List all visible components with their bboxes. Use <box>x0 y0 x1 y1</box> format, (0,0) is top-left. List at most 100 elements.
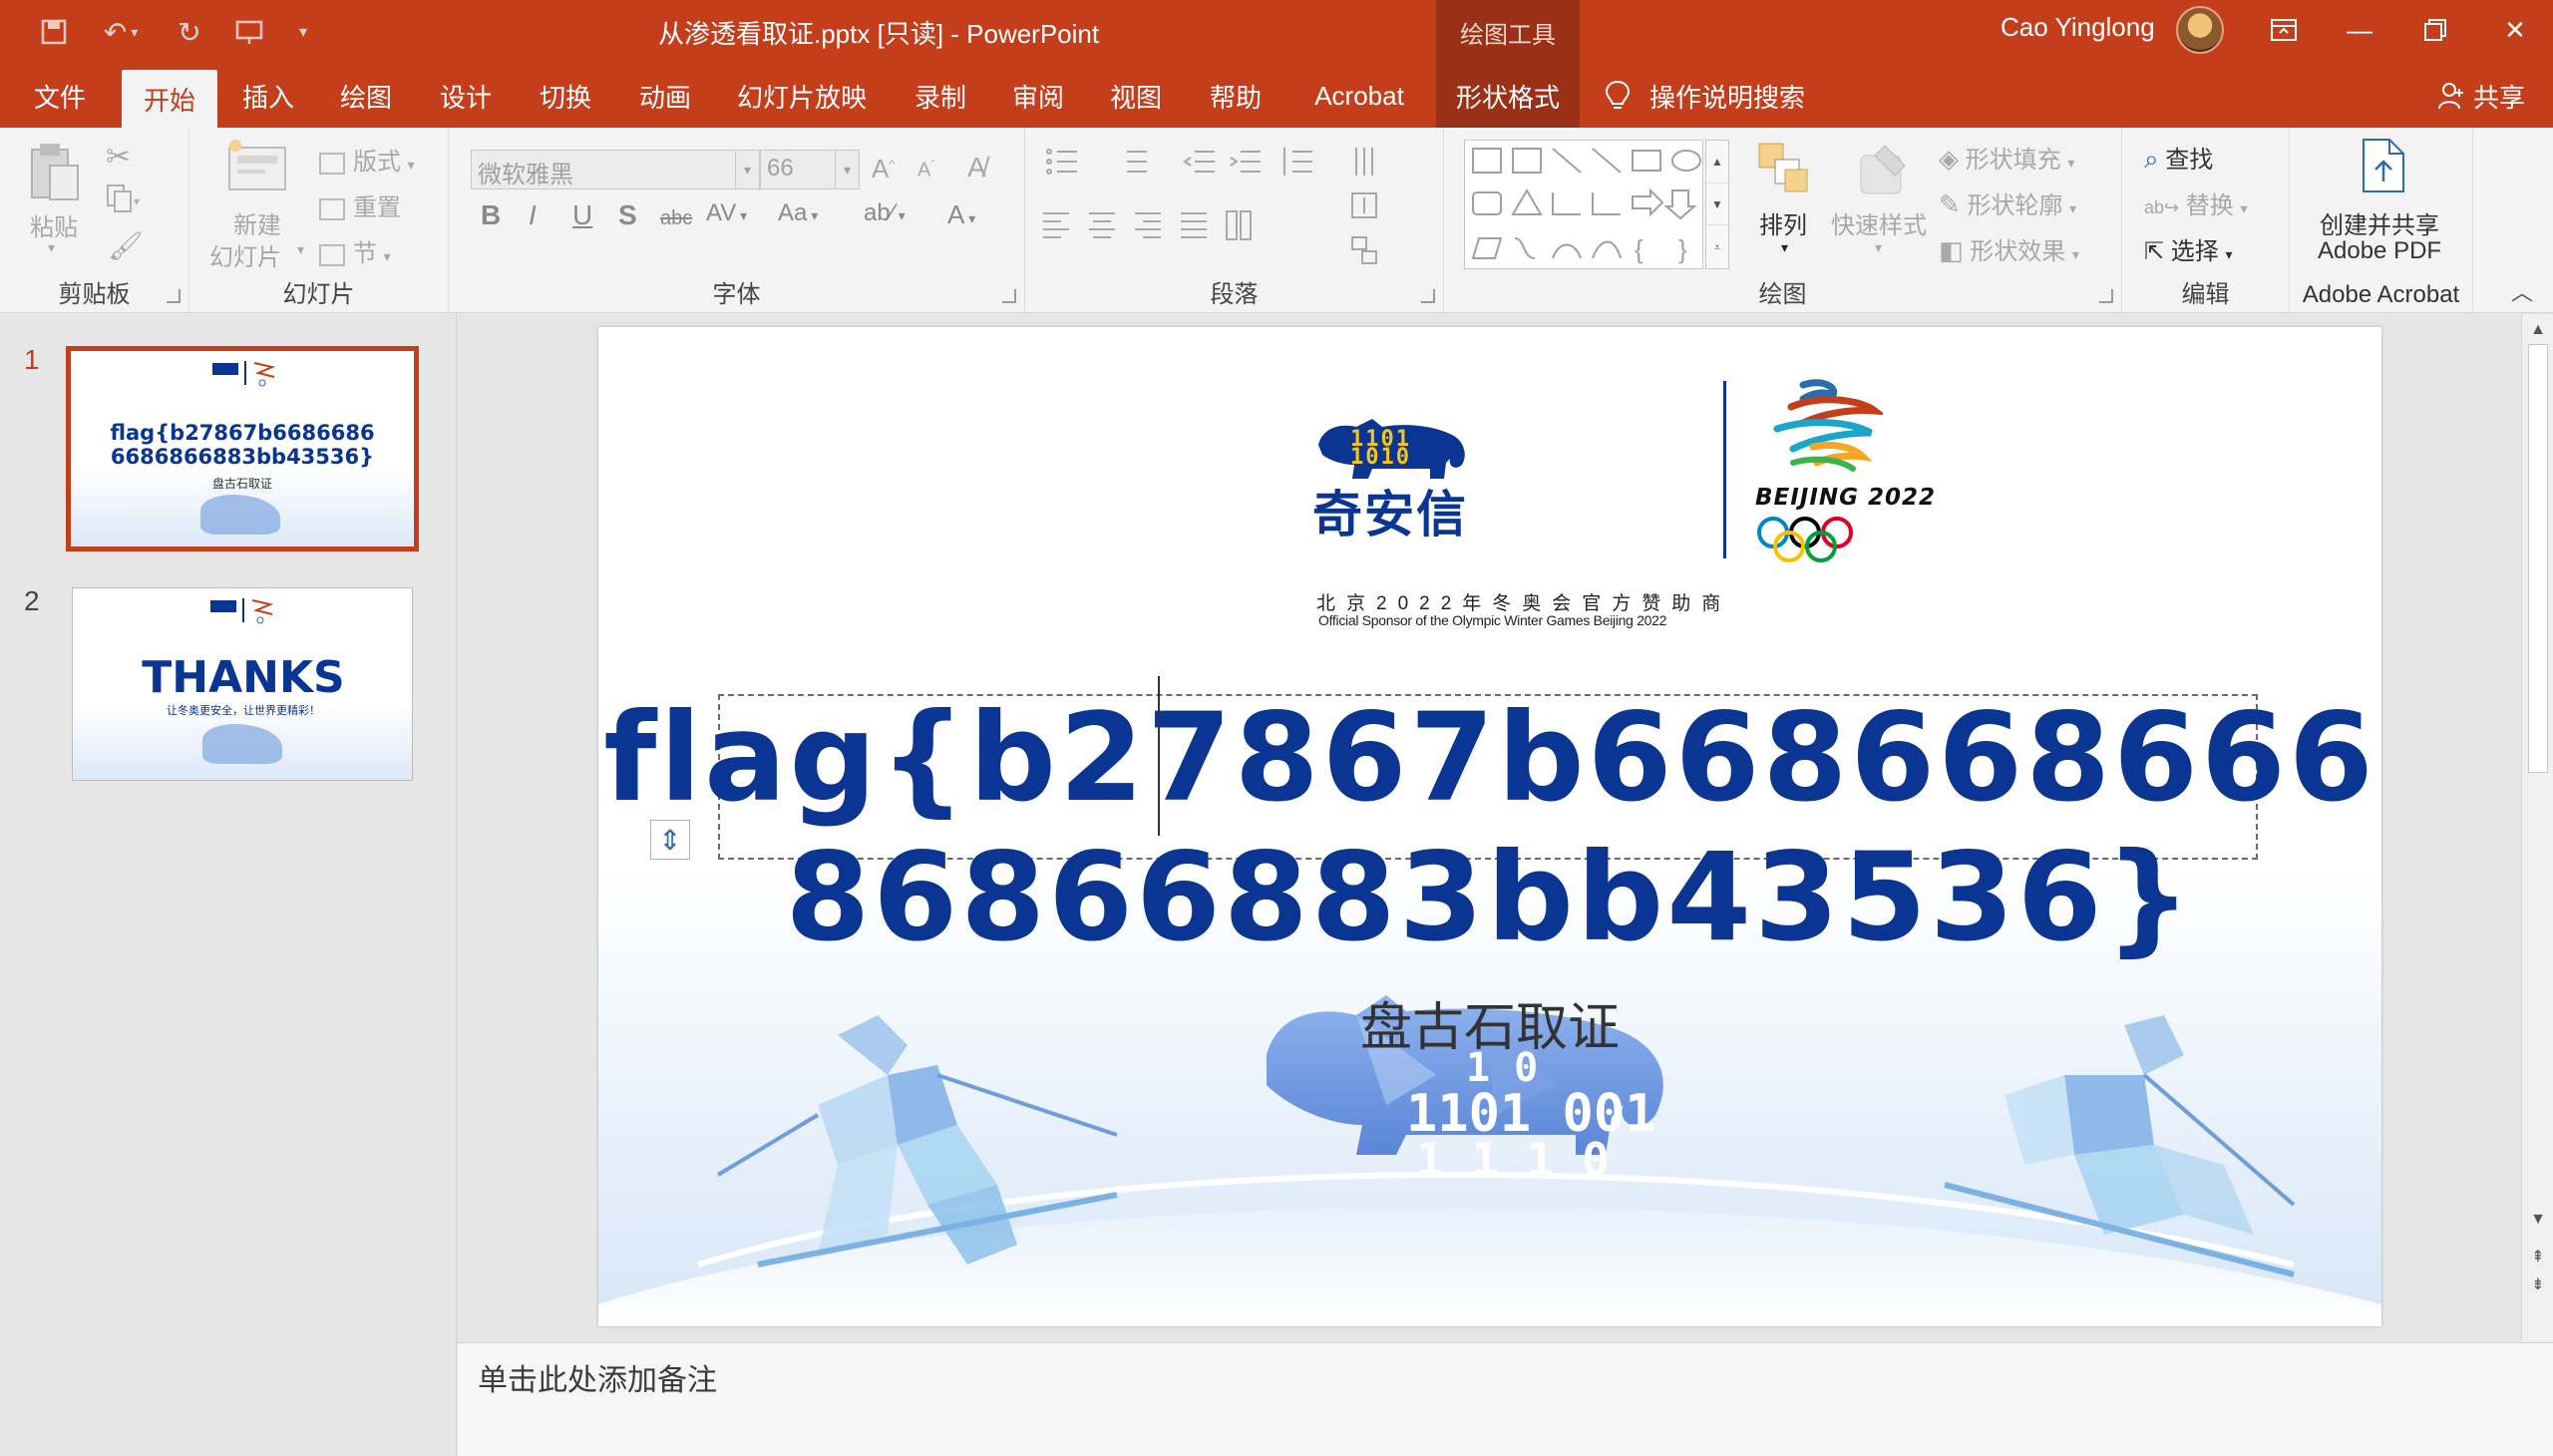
collapse-ribbon-icon[interactable]: ︿ <box>2511 275 2533 307</box>
autofit-options-icon[interactable]: ⇕ <box>650 820 690 860</box>
slideshow-icon[interactable] <box>229 14 269 50</box>
slide-thumbnail-1[interactable]: flag{b27867b6686686 6686866883bb43536} 盘古… <box>66 346 419 551</box>
qianxin-brand-text: 奇安信 <box>1312 487 1468 543</box>
bold-icon[interactable]: B <box>481 199 501 231</box>
share-button[interactable]: 共享 <box>2423 64 2539 128</box>
tab-help[interactable]: 帮助 <box>1193 64 1278 128</box>
arrange-icon[interactable] <box>1755 140 1811 202</box>
tab-acrobat[interactable]: Acrobat <box>1296 64 1422 128</box>
thumb-number-1: 1 <box>24 344 40 375</box>
new-slide-label-2[interactable]: 幻灯片 <box>209 237 281 272</box>
tab-file[interactable]: 文件 <box>14 64 106 128</box>
close-icon[interactable]: ✕ <box>2477 0 2553 60</box>
save-icon[interactable] <box>34 14 74 50</box>
tab-design[interactable]: 设计 <box>423 64 509 128</box>
restore-icon[interactable] <box>2397 0 2473 60</box>
tab-home[interactable]: 开始 <box>122 70 217 128</box>
scroll-thumb[interactable] <box>2528 344 2548 773</box>
customize-qat-icon[interactable]: ▾ <box>289 14 317 50</box>
arrange-label[interactable]: 排列 <box>1759 205 1807 240</box>
tab-record[interactable]: 录制 <box>898 64 983 128</box>
font-size-dropdown-icon[interactable]: ▾ <box>835 151 859 188</box>
gallery-up-icon[interactable]: ▲ <box>1706 141 1728 182</box>
grow-font-icon[interactable]: A^ <box>872 154 895 184</box>
avatar[interactable] <box>2176 6 2224 54</box>
decrease-indent-icon <box>1183 151 1215 173</box>
font-name-combo[interactable]: 微软雅黑 ▾ <box>471 150 760 189</box>
change-case-button[interactable]: Aa ▾ <box>778 199 818 227</box>
notes-placeholder[interactable]: 单击此处添加备注 <box>478 1355 717 1399</box>
gallery-down-icon[interactable]: ▼ <box>1706 182 1728 224</box>
reset-button[interactable]: 重置 <box>319 187 401 222</box>
cut-icon[interactable]: ✂ <box>106 140 131 175</box>
format-painter-icon[interactable]: 🖌 <box>108 229 144 262</box>
tab-transitions[interactable]: 切换 <box>523 64 608 128</box>
user-name[interactable]: Cao Yinglong <box>2001 12 2155 43</box>
quick-styles-icon[interactable] <box>1855 142 1911 204</box>
select-button[interactable]: ⇱ 选择 ▾ <box>2144 231 2232 266</box>
create-pdf-label-1[interactable]: 创建并共享 <box>2320 205 2439 240</box>
font-color-icon[interactable]: A ▾ <box>947 199 975 230</box>
undo-icon[interactable]: ↶ ▾ <box>94 14 148 50</box>
select-label: 选择 <box>2170 238 2219 265</box>
scroll-down-icon[interactable]: ▼ <box>2526 1208 2550 1232</box>
next-slide-icon[interactable]: ⇟ <box>2526 1274 2550 1297</box>
shape-fill-button[interactable]: ◈ 形状填充 ▾ <box>1939 140 2074 175</box>
clipboard-launcher-icon[interactable] <box>167 289 181 303</box>
strikethrough-icon[interactable]: abc <box>660 207 692 230</box>
flag-text[interactable]: flag{b27867b66866866686866883bb43536} <box>598 688 2381 967</box>
paragraph-controls[interactable] <box>1043 146 1432 275</box>
drawing-launcher-icon[interactable] <box>2099 289 2113 303</box>
paste-label[interactable]: 粘贴 <box>30 207 78 242</box>
gallery-scroll[interactable]: ▲ ▼ ⩡ <box>1705 140 1729 269</box>
paste-icon[interactable] <box>26 140 82 210</box>
tab-shape-format[interactable]: 形状格式 <box>1436 64 1580 128</box>
shapes-gallery[interactable]: {} <box>1464 140 1703 269</box>
layout-button[interactable]: 版式 ▾ <box>319 142 415 177</box>
scroll-up-icon[interactable]: ▲ <box>2526 318 2550 342</box>
thumb-logo-icon-2 <box>210 598 274 624</box>
slide-thumbnail-2[interactable]: THANKS 让冬奥更安全，让世界更精彩！ <box>72 587 413 781</box>
tab-animations[interactable]: 动画 <box>622 64 708 128</box>
new-slide-label-1[interactable]: 新建 <box>233 205 281 240</box>
highlight-icon[interactable]: ab⁄ ▾ <box>864 199 906 227</box>
shape-effects-button[interactable]: ◧ 形状效果 ▾ <box>1939 231 2079 266</box>
vertical-scrollbar[interactable]: ▲ ▼ ⇞ ⇟ <box>2521 314 2553 1341</box>
ribbon-display-options-icon[interactable] <box>2246 0 2322 60</box>
create-pdf-icon[interactable] <box>2360 138 2407 200</box>
previous-slide-icon[interactable]: ⇞ <box>2526 1246 2550 1270</box>
new-slide-icon[interactable] <box>225 138 289 200</box>
slide-subtitle[interactable]: 盘古石取证 <box>1360 985 1620 1060</box>
notes-pane[interactable]: 单击此处添加备注 <box>458 1342 2553 1456</box>
font-name-dropdown-icon[interactable]: ▾ <box>735 151 759 188</box>
shape-outline-button[interactable]: ✎ 形状轮廓 ▾ <box>1939 185 2076 220</box>
clear-formatting-icon[interactable]: A̸ <box>967 152 986 183</box>
tell-me-search[interactable]: 操作说明搜索 <box>1604 64 1823 128</box>
shrink-font-icon[interactable]: Aˇ <box>917 158 934 182</box>
underline-icon[interactable]: U <box>572 199 592 231</box>
tab-review[interactable]: 审阅 <box>995 64 1081 128</box>
paste-dropdown-icon[interactable]: ▾ <box>48 239 55 256</box>
redo-icon[interactable]: ↻ <box>170 14 209 50</box>
quick-styles-dropdown-icon[interactable]: ▾ <box>1875 239 1882 256</box>
section-button[interactable]: 节 ▾ <box>319 233 391 268</box>
minimize-icon[interactable]: — <box>2322 0 2397 60</box>
arrange-dropdown-icon[interactable]: ▾ <box>1781 239 1788 256</box>
tab-slideshow[interactable]: 幻灯片放映 <box>732 64 872 128</box>
character-spacing-icon[interactable]: AV ▾ <box>706 199 747 227</box>
text-shadow-icon[interactable]: S <box>618 199 637 231</box>
create-pdf-label-2[interactable]: Adobe PDF <box>2318 237 2441 265</box>
font-launcher-icon[interactable] <box>1002 289 1016 303</box>
quick-styles-label[interactable]: 快速样式 <box>1831 205 1927 240</box>
font-size-combo[interactable]: 66 ▾ <box>760 150 860 189</box>
replace-button[interactable]: ab↪ 替换 ▾ <box>2144 185 2247 220</box>
copy-icon[interactable]: ▾ <box>106 183 140 220</box>
tab-insert[interactable]: 插入 <box>225 64 311 128</box>
tab-draw[interactable]: 绘图 <box>323 64 409 128</box>
gallery-more-icon[interactable]: ⩡ <box>1706 224 1728 268</box>
tab-view[interactable]: 视图 <box>1093 64 1179 128</box>
new-slide-dropdown-icon[interactable]: ▾ <box>297 241 304 258</box>
find-button[interactable]: ⌕ 查找 <box>2144 140 2213 176</box>
paragraph-launcher-icon[interactable] <box>1421 289 1435 303</box>
italic-icon[interactable]: I <box>529 199 537 231</box>
